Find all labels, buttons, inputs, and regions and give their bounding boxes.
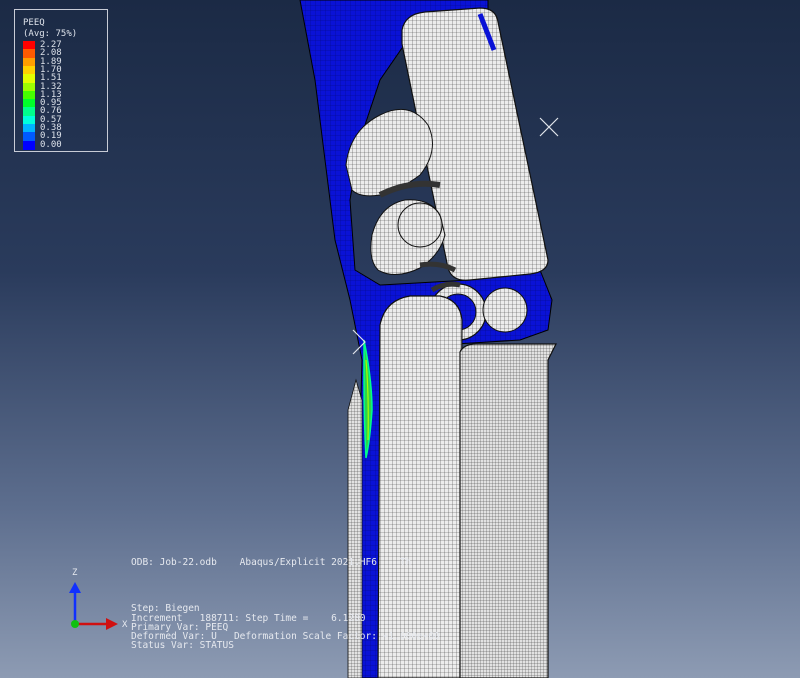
status-var-info: Status Var: STATUS xyxy=(131,640,234,651)
left-post xyxy=(377,295,463,678)
contour-legend: PEEQ (Avg: 75%) 2.27 2.08 1.89 1.70 1.51 1.32… xyxy=(14,9,108,152)
odb-info: ODB: Job-22.odb Abaqus/Explicit 2021.HF6… xyxy=(131,557,412,568)
triad-z-label: Z xyxy=(72,568,78,578)
triad-x-label: X xyxy=(122,620,128,630)
legend-value: 0.00 xyxy=(40,139,62,150)
bead-ring-right xyxy=(482,287,528,333)
axis-triad: Z X xyxy=(69,568,128,630)
bead-ring-top xyxy=(397,202,443,248)
reference-point-marker xyxy=(539,117,559,137)
lower-die xyxy=(459,343,557,678)
legend-swatch xyxy=(23,140,35,150)
legend-subtitle: (Avg: 75%) xyxy=(23,29,78,39)
legend-title: PEEQ xyxy=(23,18,45,28)
